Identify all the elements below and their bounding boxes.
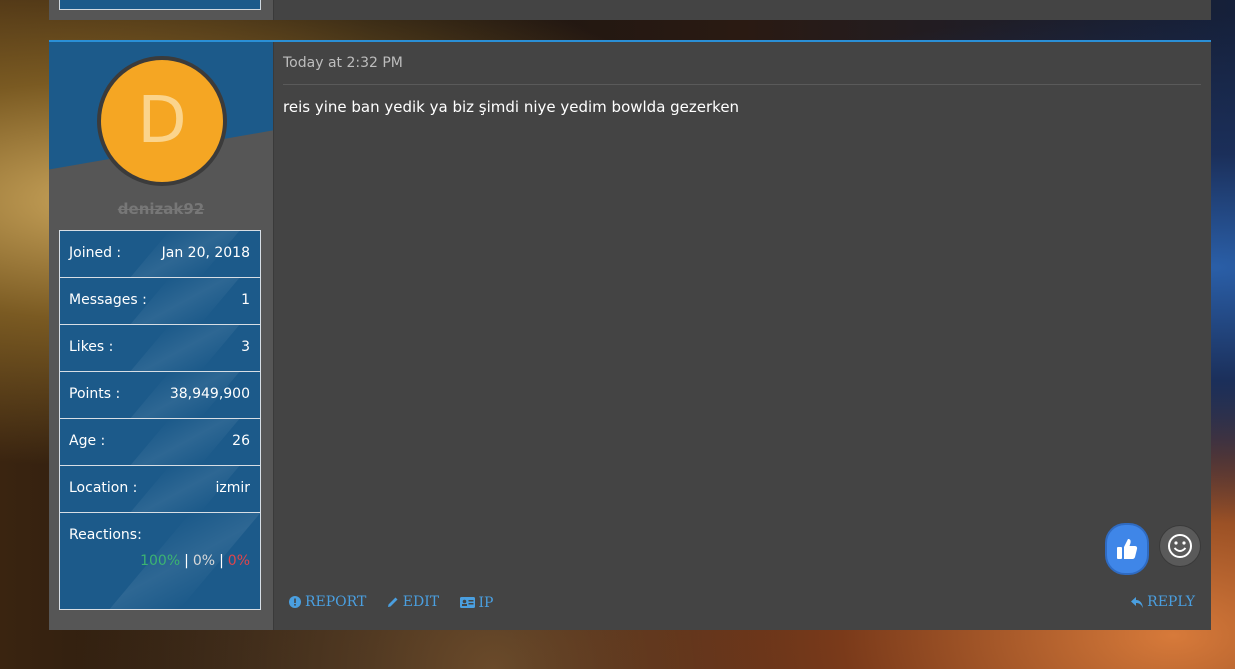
stat-label: Points : [69,386,121,402]
post-timestamp[interactable]: Today at 2:32 PM [283,55,403,71]
stat-label: Likes : [69,339,114,355]
avatar-letter: D [137,84,187,158]
avatar[interactable]: D [97,56,227,186]
post-actions: REPORT EDIT IP [289,594,509,612]
stat-label: Joined : [69,245,122,261]
user-stats: Joined : Jan 20, 2018 Messages : 1 Likes… [59,230,261,610]
like-button[interactable] [1105,523,1149,575]
id-card-icon [459,597,475,608]
stat-label: Location : [69,480,138,496]
smiley-icon [1168,534,1192,558]
username[interactable]: denizak92 [49,200,273,218]
stat-value: izmir [215,480,250,496]
stat-joined: Joined : Jan 20, 2018 [59,230,261,277]
report-label: REPORT [305,594,367,610]
stat-location: Location : izmir [59,465,261,512]
post-content: Today at 2:32 PM reis yine ban yedik ya … [283,42,1201,630]
reaction-separator: | [219,553,224,569]
stat-label: Age : [69,433,106,449]
stat-value: Jan 20, 2018 [161,245,250,261]
ip-link[interactable]: IP [459,594,494,611]
forum-post: D denizak92 Joined : Jan 20, 2018 Messag… [49,40,1211,630]
ip-label: IP [478,594,494,611]
reply-link[interactable]: REPLY [1131,594,1195,610]
thumbs-up-icon [1117,539,1138,559]
previous-post-stat-box [59,0,261,10]
user-info-panel: D denizak92 Joined : Jan 20, 2018 Messag… [49,42,274,630]
report-link[interactable]: REPORT [289,594,366,610]
stat-value: 38,949,900 [169,386,250,402]
pencil-icon [387,597,398,607]
stat-value: 26 [232,433,250,449]
stat-likes: Likes : 3 [59,324,261,371]
stat-age: Age : 26 [59,418,261,465]
reply-arrow-icon [1131,596,1144,608]
stat-points: Points : 38,949,900 [59,371,261,418]
stat-messages: Messages : 1 [59,277,261,324]
post-message: reis yine ban yedik ya biz şimdi niye ye… [283,98,740,116]
reaction-positive: 100% [140,553,181,569]
edit-label: EDIT [402,594,440,610]
stat-reactions: Reactions: 100% | 0% | 0% [59,512,261,610]
stat-label: Messages : [69,292,147,308]
stat-value[interactable]: 1 [241,292,250,308]
reaction-neutral: 0% [192,553,216,569]
edit-link[interactable]: EDIT [387,594,439,610]
reactions-breakdown: 100% | 0% | 0% [140,553,250,569]
post-divider [283,84,1201,85]
reaction-negative: 0% [227,553,250,569]
reply-label: REPLY [1147,594,1195,610]
stat-value: 3 [241,339,250,355]
reactions-label: Reactions: [69,527,142,543]
info-circle-icon [289,596,301,608]
reaction-picker-button[interactable] [1159,525,1201,567]
reaction-separator: | [184,553,189,569]
previous-post-userbox [49,0,274,20]
